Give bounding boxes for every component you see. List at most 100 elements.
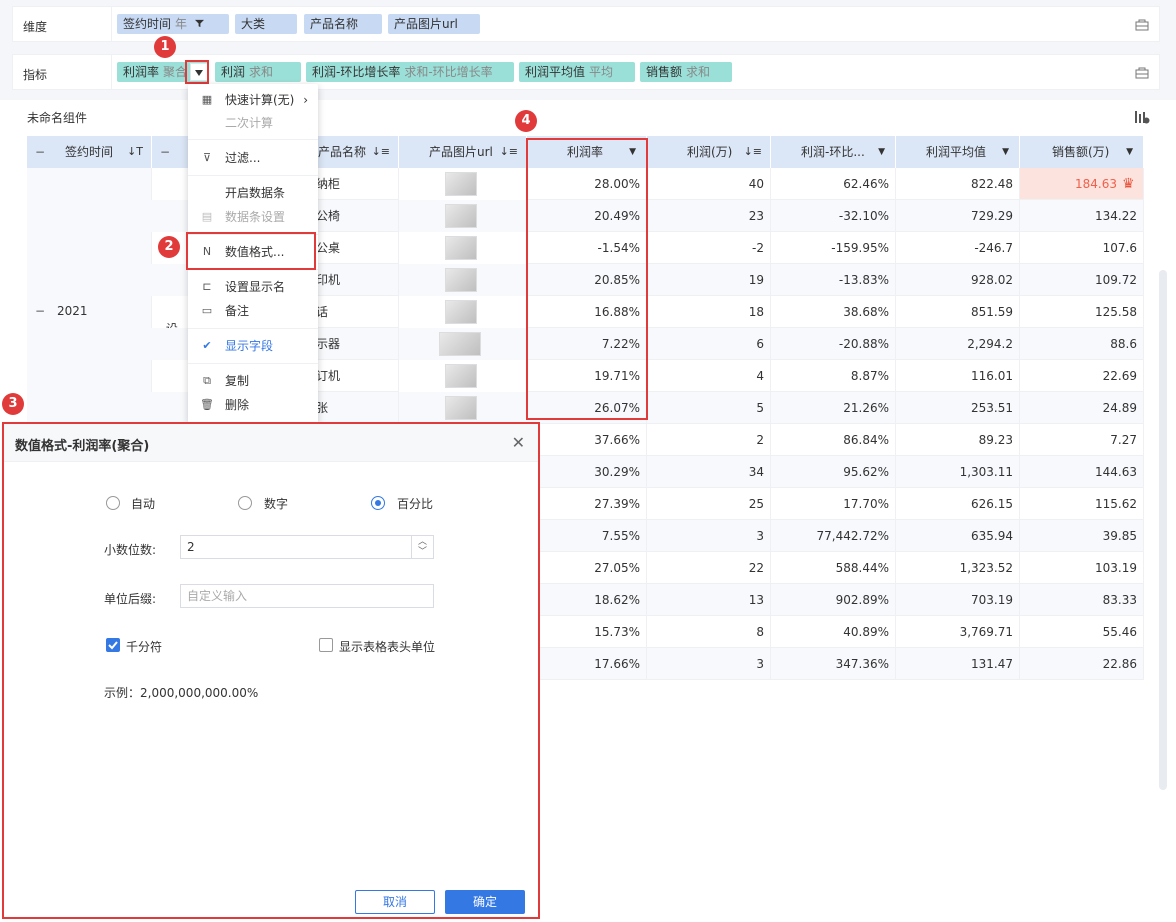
cell-profit: 8 xyxy=(647,616,771,648)
header-sales[interactable]: 销售额(万) ▼ xyxy=(1020,136,1144,168)
menu-display-name[interactable]: ⊏ 设置显示名 xyxy=(188,275,318,299)
header-unit-checkbox[interactable] xyxy=(319,638,333,652)
cell-avg: 635.94 xyxy=(896,520,1020,552)
product-name-cell: 纳柜 xyxy=(312,168,399,200)
check-icon: ✔ xyxy=(202,339,212,352)
caret-down-icon[interactable]: ▼ xyxy=(1002,136,1009,168)
cell-sales: 39.85 xyxy=(1020,520,1144,552)
menu-delete[interactable]: 🗑 删除 xyxy=(188,393,318,417)
radio-auto[interactable] xyxy=(106,496,120,510)
dimension-pill-sign-time[interactable]: 签约时间年 xyxy=(117,14,229,34)
product-name-cell: 张 xyxy=(312,392,399,424)
sort-icon[interactable]: ↓≡ xyxy=(372,136,390,168)
cell-rate: 7.55% xyxy=(527,520,647,552)
chart-settings-icon[interactable] xyxy=(1134,109,1150,125)
cell-rate: 30.29% xyxy=(527,456,647,488)
decimal-stepper[interactable]: 2 ︿ ﹀ xyxy=(180,535,434,559)
measure-pill-profit-avg[interactable]: 利润平均值 平均 xyxy=(519,62,635,82)
cell-sales: 24.89 xyxy=(1020,392,1144,424)
menu-data-bar-settings[interactable]: ▤ 数据条设置 xyxy=(188,205,318,229)
cell-avg: 131.47 xyxy=(896,648,1020,680)
menu-filter[interactable]: ⊽ 过滤... xyxy=(188,146,318,170)
cell-avg: 2,294.2 xyxy=(896,328,1020,360)
header-profit[interactable]: 利润(万) ↓≡ xyxy=(647,136,771,168)
caret-down-icon xyxy=(195,70,203,76)
caret-down-icon[interactable]: ▼ xyxy=(878,136,885,168)
measure-label: 指标 xyxy=(23,68,48,82)
dimension-pill-product-name[interactable]: 产品名称 xyxy=(304,14,382,34)
cell-avg: 626.15 xyxy=(896,488,1020,520)
cell-mom: 17.70% xyxy=(771,488,896,520)
cell-sales: 7.27 xyxy=(1020,424,1144,456)
menu-second-calc[interactable]: 二次计算 xyxy=(188,111,318,135)
cell-sales: 22.69 xyxy=(1020,360,1144,392)
cell-profit: 18 xyxy=(647,296,771,328)
cell-sales: 109.72 xyxy=(1020,264,1144,296)
cell-profit: -2 xyxy=(647,232,771,264)
cell-avg: 89.23 xyxy=(896,424,1020,456)
thousands-checkbox[interactable] xyxy=(106,638,120,652)
menu-number-format[interactable]: N 数值格式... xyxy=(188,240,318,264)
measure-pill-profit[interactable]: 利润 求和 xyxy=(215,62,301,82)
header-product-name[interactable]: 产品名称 ↓≡ xyxy=(312,136,399,168)
menu-remark[interactable]: ▭ 备注 xyxy=(188,299,318,323)
sort-icon[interactable]: ↓≡ xyxy=(744,136,762,168)
radio-percent-label: 百分比 xyxy=(397,497,434,511)
product-name-cell: 公桌 xyxy=(312,232,399,264)
menu-data-bar-on[interactable]: 开启数据条 xyxy=(188,181,318,205)
menu-quick-calc[interactable]: ▦ 快速计算(无) › xyxy=(188,88,318,112)
header-product-image[interactable]: 产品图片url ↓≡ xyxy=(399,136,527,168)
comment-icon: ▭ xyxy=(201,304,213,317)
dimension-pill-product-image[interactable]: 产品图片url xyxy=(388,14,480,34)
radio-number[interactable] xyxy=(238,496,252,510)
lock-icon[interactable] xyxy=(1135,65,1149,79)
header-profit-avg[interactable]: 利润平均值 ▼ xyxy=(896,136,1020,168)
cell-profit: 25 xyxy=(647,488,771,520)
header-profit-mom[interactable]: 利润-环比... ▼ xyxy=(771,136,896,168)
lock-icon[interactable] xyxy=(1135,17,1149,31)
component-title: 未命名组件 xyxy=(27,111,88,125)
cell-mom: -32.10% xyxy=(771,200,896,232)
thousands-label: 千分符 xyxy=(126,640,163,654)
close-icon[interactable]: ✕ xyxy=(512,433,525,452)
cancel-button[interactable]: 取消 xyxy=(355,890,435,914)
measure-row: 指标 利润率 聚合 利润 求和 利润-环比增长率 求和-环比增长率 利润平均值 平均 销… xyxy=(12,54,1160,90)
number-format-icon: N xyxy=(202,245,212,258)
sort-icon[interactable]: ↓T xyxy=(127,136,143,168)
context-menu: ▦ 快速计算(无) › 二次计算 ⊽ 过滤... 开启数据条 ▤ 数据条设置 N 数值格式… xyxy=(188,84,318,424)
header-sign-time[interactable]: − 签约时间 ↓T xyxy=(27,136,152,168)
measure-pill-dropdown-button[interactable] xyxy=(190,63,208,81)
annotation-badge-1: 1 xyxy=(154,36,176,58)
cell-mom: 95.62% xyxy=(771,456,896,488)
measure-pill-profit-mom[interactable]: 利润-环比增长率 求和-环比增长率 xyxy=(306,62,514,82)
caret-down-icon[interactable]: ▼ xyxy=(629,136,636,168)
cell-profit: 22 xyxy=(647,552,771,584)
product-name-cell: 话 xyxy=(312,296,399,328)
ok-button[interactable]: 确定 xyxy=(445,890,525,914)
cell-rate: 37.66% xyxy=(527,424,647,456)
menu-copy[interactable]: ⧉ 复制 xyxy=(188,369,318,393)
unit-label: 单位后缀: xyxy=(104,592,157,606)
cell-rate: -1.54% xyxy=(527,232,647,264)
menu-show-field[interactable]: ✔ 显示字段 xyxy=(188,334,318,358)
trash-icon: 🗑 xyxy=(200,398,214,411)
product-thumbnail xyxy=(445,268,477,292)
cell-rate: 20.49% xyxy=(527,200,647,232)
caret-down-icon[interactable]: ▼ xyxy=(1126,136,1133,168)
radio-percent[interactable] xyxy=(371,496,385,510)
cell-profit: 13 xyxy=(647,584,771,616)
header-profit-rate[interactable]: 利润率 ▼ xyxy=(527,136,647,168)
filter-icon: ⊽ xyxy=(202,151,212,164)
cell-sales: 22.86 xyxy=(1020,648,1144,680)
cell-mom: 347.36% xyxy=(771,648,896,680)
cell-profit: 4 xyxy=(647,360,771,392)
header-unit-label: 显示表格表头单位 xyxy=(339,640,436,654)
measure-pill-sales[interactable]: 销售额 求和 xyxy=(640,62,732,82)
stepper-arrows-icon[interactable]: ︿ ﹀ xyxy=(411,536,433,558)
vertical-scrollbar[interactable] xyxy=(1159,270,1167,790)
radio-auto-label: 自动 xyxy=(131,497,156,511)
annotation-badge-3: 3 xyxy=(2,393,24,415)
dimension-pill-category[interactable]: 大类 xyxy=(235,14,297,34)
unit-suffix-input[interactable]: 自定义输入 xyxy=(180,584,434,608)
sort-icon[interactable]: ↓≡ xyxy=(500,136,518,168)
